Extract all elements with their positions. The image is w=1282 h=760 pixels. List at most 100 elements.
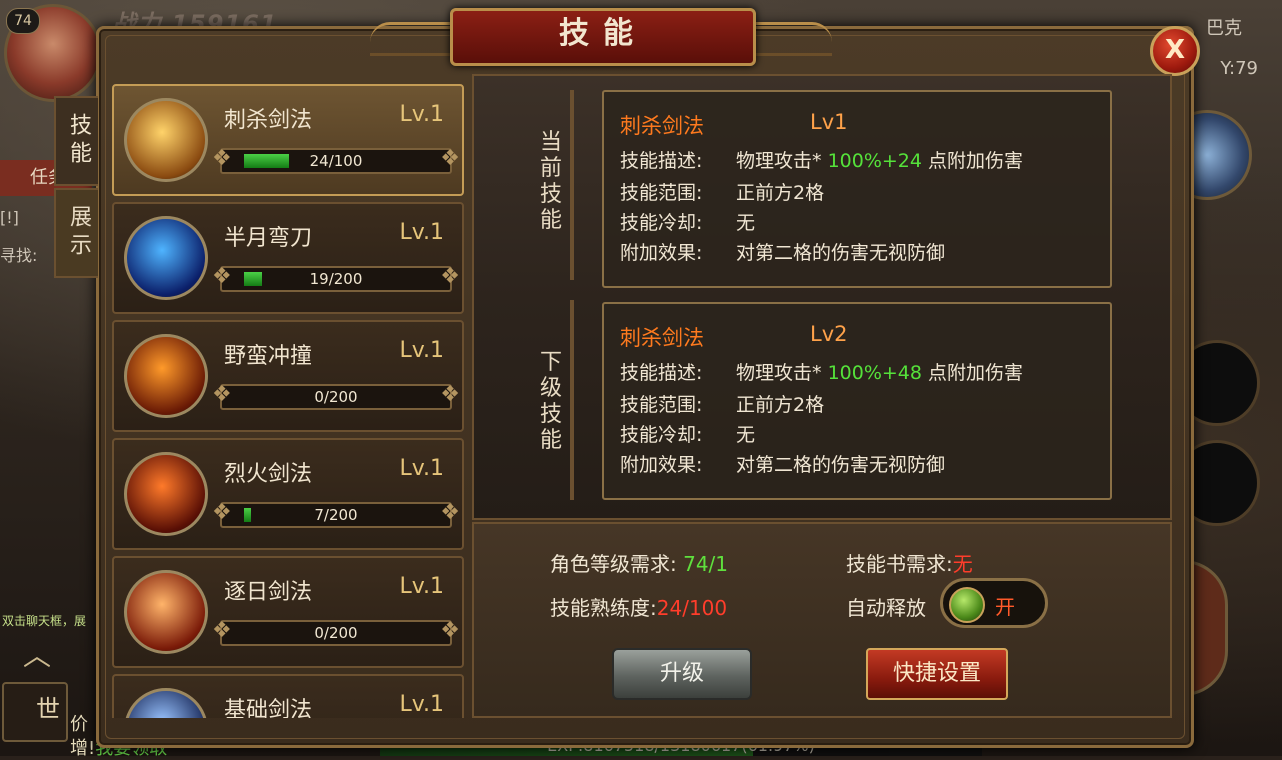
next-skill-label: 下级技能	[539, 350, 562, 453]
title-ornament	[370, 22, 460, 56]
skill-icon	[124, 570, 208, 654]
skill-progress-bar: 0/200	[212, 618, 460, 646]
skill-progress-text: 19/200	[309, 270, 363, 288]
req-key: 技能书需求:	[846, 552, 953, 576]
close-button[interactable]: X	[1150, 26, 1200, 76]
next-skill-card: 刺杀剑法 Lv2 技能描述: 物理攻击* 100%+48 点附加伤害 技能范围: 正…	[602, 302, 1112, 500]
skill-list-item[interactable]: 野蛮冲撞 Lv.1 0/200	[112, 320, 464, 432]
skill-name: 刺杀剑法	[224, 108, 313, 133]
row-value: 正前方2格	[736, 394, 825, 416]
skill-progress-text: 0/200	[314, 388, 358, 406]
skill-card-level: Lv1	[810, 110, 848, 134]
level-requirement: 角色等级需求: 74/1	[550, 548, 728, 577]
skill-cooldown-row: 技能冷却: 无	[620, 420, 755, 447]
chevron-up-icon[interactable]: ︿	[12, 634, 62, 672]
req-value: 74/1	[683, 552, 729, 576]
skill-name: 野蛮冲撞	[224, 344, 313, 369]
skill-list-item[interactable]: 半月弯刀 Lv.1 19/200	[112, 202, 464, 314]
auto-cast-label: 自动释放	[846, 596, 926, 620]
auto-cast-toggle[interactable]: 开	[940, 578, 1048, 628]
quest-line-1[interactable]: [!]	[0, 208, 19, 227]
skill-list-item[interactable]: 逐日剑法 Lv.1 0/200	[112, 556, 464, 668]
skill-desc-row: 技能描述: 物理攻击* 100%+48 点附加伤害	[620, 358, 1023, 385]
req-key: 角色等级需求:	[550, 552, 677, 576]
hotkey-settings-button[interactable]: 快捷设置	[866, 648, 1008, 700]
skill-level: Lv.1	[399, 456, 444, 481]
row-key: 技能范围:	[620, 394, 703, 416]
row-value: 无	[736, 212, 756, 234]
row-key: 技能冷却:	[620, 424, 703, 446]
row-value: 物理攻击*	[736, 362, 822, 384]
skill-effect-row: 附加效果: 对第二格的伤害无视防御	[620, 238, 945, 265]
map-name: 巴克	[1206, 18, 1242, 39]
skill-effect-row: 附加效果: 对第二格的伤害无视防御	[620, 450, 945, 477]
world-channel-button[interactable]: 世	[18, 684, 78, 734]
skill-progress-bar: 19/200	[212, 264, 460, 292]
skill-title: 刺杀剑法	[620, 326, 704, 350]
skill-icon	[124, 688, 208, 718]
row-highlight: 100%+24	[827, 150, 922, 172]
upgrade-button[interactable]: 升级	[612, 648, 752, 700]
req-key: 技能熟练度:	[550, 596, 657, 620]
skill-name: 基础剑法	[224, 698, 313, 718]
skill-level: Lv.1	[399, 220, 444, 245]
divider	[570, 300, 574, 500]
toggle-knob-icon	[949, 587, 985, 623]
row-key: 技能描述:	[620, 150, 703, 172]
skill-list: 刺杀剑法 Lv.1 24/100 半月弯刀 Lv.1 19/200 野蛮冲撞 L…	[112, 84, 464, 718]
skill-list-item[interactable]: 刺杀剑法 Lv.1 24/100	[112, 84, 464, 196]
row-value: 物理攻击*	[736, 150, 822, 172]
skill-icon	[124, 216, 208, 300]
row-key: 技能冷却:	[620, 212, 703, 234]
skill-name: 逐日剑法	[224, 580, 313, 605]
skill-list-item[interactable]: 烈火剑法 Lv.1 7/200	[112, 438, 464, 550]
current-skill-card: 刺杀剑法 Lv1 技能描述: 物理攻击* 100%+24 点附加伤害 技能范围: 正…	[602, 90, 1112, 288]
skill-progress-text: 0/200	[314, 624, 358, 642]
chat-line: 价	[70, 714, 88, 735]
tab-skills[interactable]: 技能	[54, 96, 98, 186]
row-highlight: 100%+48	[827, 362, 922, 384]
skill-card-level: Lv2	[810, 322, 848, 346]
toggle-state: 开	[995, 595, 1015, 619]
skill-list-item[interactable]: 基础剑法 Lv.1	[112, 674, 464, 718]
tab-display[interactable]: 展示	[54, 188, 98, 278]
skill-book-requirement: 技能书需求:无	[846, 548, 973, 577]
row-key: 附加效果:	[620, 454, 703, 476]
skill-level: Lv.1	[399, 102, 444, 127]
quest-line-2[interactable]: 寻找:	[0, 242, 37, 266]
skill-progress-text: 7/200	[314, 506, 358, 524]
row-value: 点附加伤害	[928, 150, 1024, 172]
skill-range-row: 技能范围: 正前方2格	[620, 178, 824, 205]
skill-progress-bar: 0/200	[212, 382, 460, 410]
dialog-title: 技能	[450, 8, 756, 66]
req-value: 无	[952, 552, 973, 576]
current-skill-label: 当前技能	[539, 130, 562, 233]
skill-title: 刺杀剑法	[620, 114, 704, 138]
row-key: 技能范围:	[620, 182, 703, 204]
skill-icon	[124, 452, 208, 536]
skill-range-row: 技能范围: 正前方2格	[620, 390, 824, 417]
skill-level: Lv.1	[399, 574, 444, 599]
skill-name: 烈火剑法	[224, 462, 313, 487]
skill-progress-bar: 24/100	[212, 146, 460, 174]
row-value: 点附加伤害	[928, 362, 1024, 384]
chat-hint: 双击聊天框，展	[2, 614, 87, 628]
row-value: 对第二格的伤害无视防御	[736, 454, 946, 476]
skill-level: Lv.1	[399, 338, 444, 363]
skill-cooldown-row: 技能冷却: 无	[620, 208, 755, 235]
divider	[570, 90, 574, 280]
skill-progress-text: 24/100	[309, 152, 363, 170]
skill-name: 半月弯刀	[224, 226, 313, 251]
proficiency-requirement: 技能熟练度:24/100	[550, 592, 727, 621]
skill-progress-bar: 7/200	[212, 500, 460, 528]
row-value: 无	[736, 424, 756, 446]
skill-icon	[124, 334, 208, 418]
row-value: 正前方2格	[736, 182, 825, 204]
row-key: 附加效果:	[620, 242, 703, 264]
skill-icon	[124, 98, 208, 182]
player-level-badge: 74	[6, 8, 40, 34]
skill-desc-row: 技能描述: 物理攻击* 100%+24 点附加伤害	[620, 146, 1023, 173]
row-value: 对第二格的伤害无视防御	[736, 242, 946, 264]
row-key: 技能描述:	[620, 362, 703, 384]
skill-level: Lv.1	[399, 692, 444, 717]
